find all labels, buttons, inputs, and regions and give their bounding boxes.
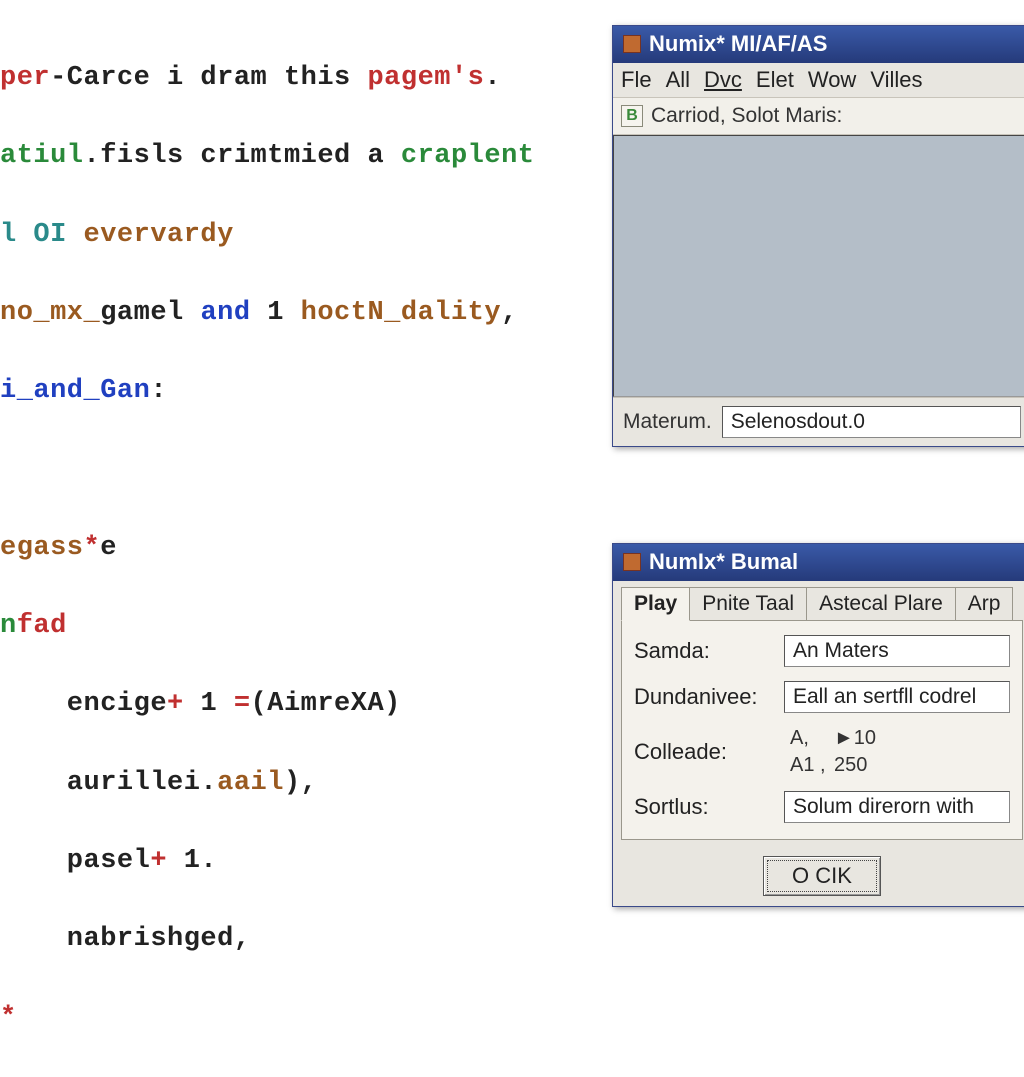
code-token: aail (217, 768, 284, 798)
tab-astecal-plare[interactable]: Astecal Plare (806, 587, 956, 620)
code-token: per (0, 63, 50, 93)
menu-wow[interactable]: Wow (808, 67, 857, 93)
app-icon (623, 553, 641, 571)
code-token: pagem's (367, 63, 484, 93)
code-token: + (167, 689, 200, 719)
samda-field[interactable]: An Maters (784, 635, 1010, 667)
code-token: l OI (0, 220, 84, 250)
code-token: * (84, 533, 101, 563)
colleade-a2-label: A1 , (784, 754, 834, 777)
code-token: = (234, 689, 251, 719)
code-token: . (484, 63, 501, 93)
sortlus-label: Sortlus: (634, 794, 784, 820)
menu-all[interactable]: All (666, 67, 690, 93)
code-token: e (100, 533, 117, 563)
colleade-a1-label: A, (784, 727, 834, 750)
code-token: fad (17, 611, 67, 641)
window-title: NumIx* Bumal (649, 549, 798, 575)
samda-label: Samda: (634, 638, 784, 664)
materum-label: Materum. (623, 410, 712, 434)
menubar: Fle All Dvc Elet Wow Villes (613, 63, 1024, 98)
tab-play[interactable]: Play (621, 587, 690, 621)
code-token: 1 (251, 298, 301, 328)
code-token: evervardy (84, 220, 234, 250)
window-numix-bumal: NumIx* Bumal Play Pnite Taal Astecal Pla… (612, 543, 1024, 907)
code-token: no_mx_ (0, 298, 100, 328)
form-area: Samda: An Maters Dundanivee: Eall an ser… (621, 620, 1023, 840)
code-editor[interactable]: per-Carce i dram this pagem's. atiul.fis… (0, 20, 590, 1077)
code-token: 1 (200, 689, 233, 719)
code-token: i_and_Gan (0, 376, 150, 406)
ok-button[interactable]: O CIK (763, 856, 881, 896)
dundanivee-label: Dundanivee: (634, 684, 784, 710)
colleade-label: Colleade: (634, 739, 784, 765)
code-token: nabrishged, (0, 924, 251, 954)
code-token: hoctN_dality (301, 298, 501, 328)
code-token: aurillei. (0, 768, 217, 798)
tabstrip: Play Pnite Taal Astecal Plare Arp (613, 581, 1024, 620)
materum-field[interactable]: Selenosdout.0 (722, 406, 1021, 438)
code-token: n (0, 611, 17, 641)
code-token: pasel (0, 846, 150, 876)
tab-arp[interactable]: Arp (955, 587, 1014, 620)
code-token: , (501, 298, 518, 328)
code-token: * (0, 1003, 17, 1033)
code-token: gamel (100, 298, 200, 328)
colleade-a1-value: ►10 (834, 727, 1010, 750)
code-token: .fisls crimtmied a (84, 141, 401, 171)
toolbar-text: Carriod, Solot Maris: (651, 104, 842, 128)
menu-elet[interactable]: Elet (756, 67, 794, 93)
toolbar-button-b[interactable]: B (621, 105, 643, 127)
code-token: : (150, 376, 167, 406)
toolbar: B Carriod, Solot Maris: (613, 98, 1024, 135)
code-token: ), (284, 768, 317, 798)
window-numix-miafas: Numix* MI/AF/AS Fle All Dvc Elet Wow Vil… (612, 25, 1024, 447)
colleade-a2-value: 250 (834, 754, 1010, 777)
code-token: atiul (0, 141, 84, 171)
titlebar[interactable]: NumIx* Bumal (613, 544, 1024, 581)
window-title: Numix* MI/AF/AS (649, 31, 827, 57)
tab-pnite-taal[interactable]: Pnite Taal (689, 587, 807, 620)
code-token: and (200, 298, 250, 328)
colleade-grid: A, ►10 A1 , 250 (784, 727, 1010, 777)
button-row: O CIK (613, 850, 1024, 906)
titlebar[interactable]: Numix* MI/AF/AS (613, 26, 1024, 63)
code-token: egass (0, 533, 84, 563)
status-row: Materum. Selenosdout.0 (613, 397, 1024, 446)
code-token: + (150, 846, 183, 876)
app-icon (623, 35, 641, 53)
code-token: craplent (401, 141, 535, 171)
code-token: (AimreXA) (251, 689, 401, 719)
code-token: 1. (184, 846, 217, 876)
menu-villes[interactable]: Villes (870, 67, 922, 93)
code-token: encige (0, 689, 167, 719)
menu-fle[interactable]: Fle (621, 67, 652, 93)
menu-dvc[interactable]: Dvc (704, 67, 742, 93)
content-area[interactable] (613, 135, 1024, 397)
dundanivee-field[interactable]: Eall an sertfll codrel (784, 681, 1010, 713)
sortlus-field[interactable]: Solum direrorn with (784, 791, 1010, 823)
code-token: -Carce i dram this (50, 63, 367, 93)
